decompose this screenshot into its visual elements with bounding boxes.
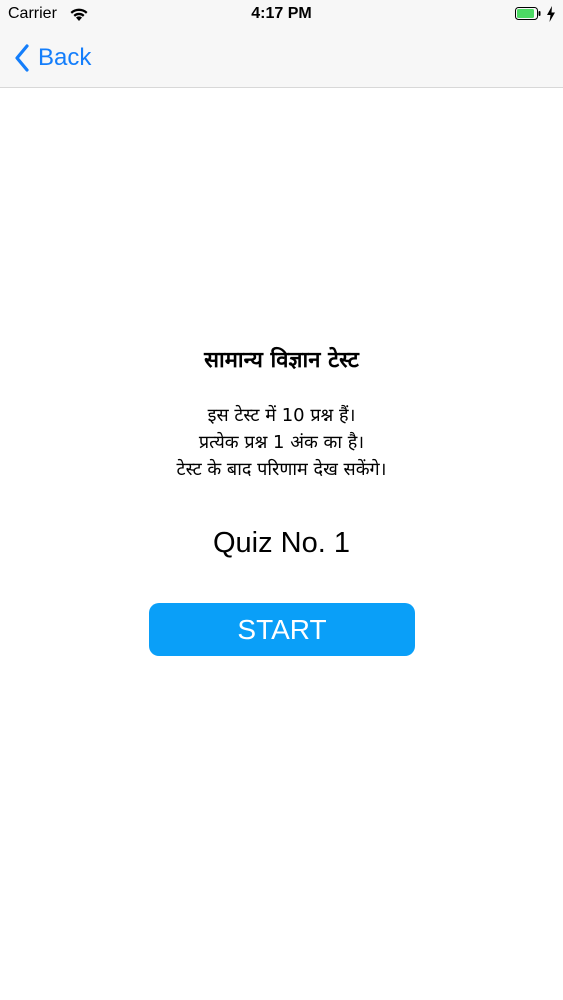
instruction-line: प्रत्येक प्रश्न 1 अंक का है।: [198, 432, 365, 453]
quiz-intro-content: सामान्य विज्ञान टेस्ट इस टेस्ट में 10 प्…: [0, 88, 563, 1000]
start-button[interactable]: START: [149, 603, 415, 656]
back-label: Back: [38, 44, 92, 71]
instruction-line: इस टेस्ट में 10 प्रश्न हैं।: [207, 405, 356, 426]
instruction-line: टेस्ट के बाद परिणाम देख सकेंगे।: [176, 459, 387, 480]
back-button[interactable]: Back: [14, 42, 91, 74]
status-time: 4:17 PM: [251, 5, 312, 22]
navigation-bar: Back: [0, 30, 563, 88]
quiz-instructions: इस टेस्ट में 10 प्रश्न हैं। प्रत्येक प्र…: [0, 402, 563, 483]
charging-bolt-icon: [547, 6, 555, 22]
quiz-title: सामान्य विज्ञान टेस्ट: [204, 348, 359, 373]
battery-icon: [515, 7, 541, 20]
chevron-left-icon: [15, 44, 29, 72]
status-bar: Carrier 4:17 PM: [0, 0, 563, 30]
quiz-number-label: Quiz No. 1: [213, 527, 350, 559]
